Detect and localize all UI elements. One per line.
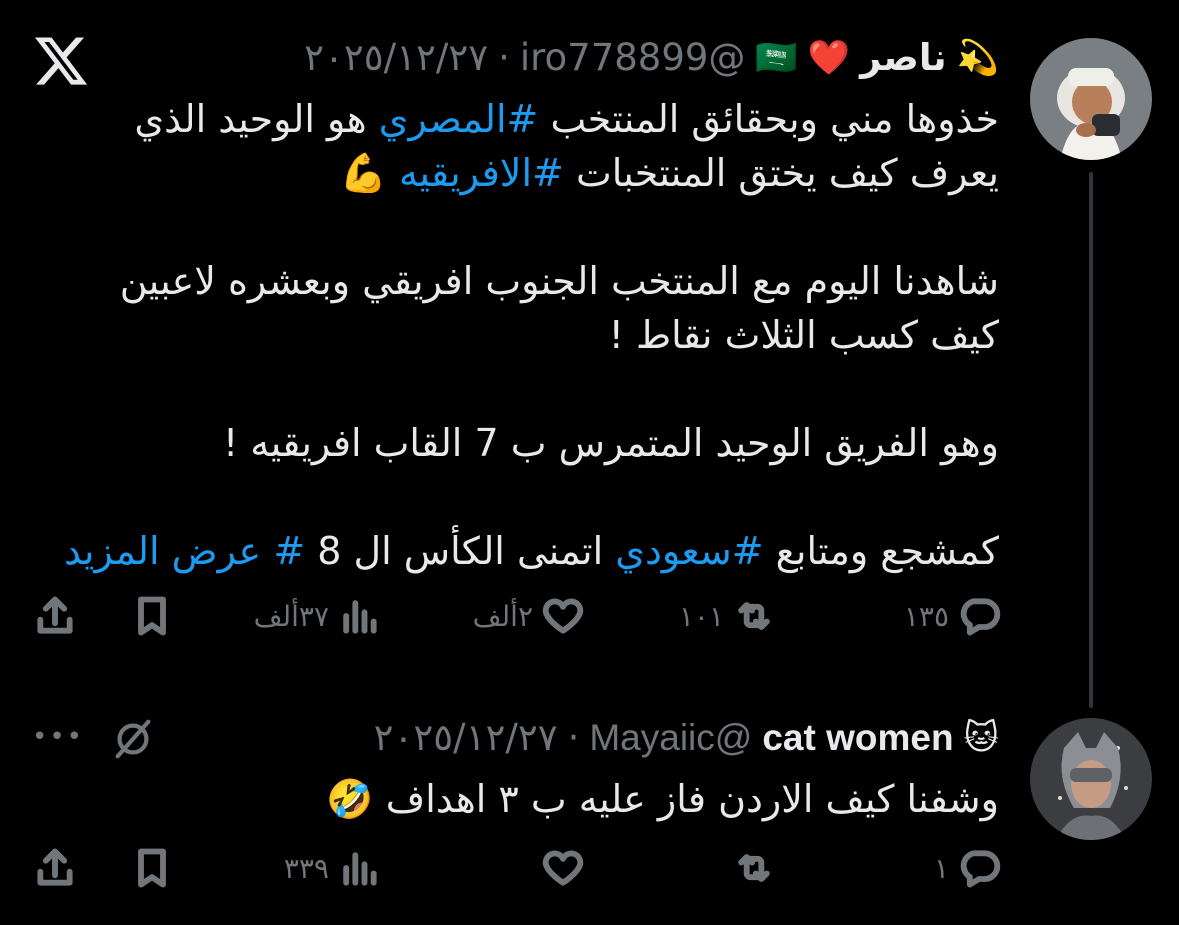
tweet-date[interactable]: ٢٠٢٥/١٢/٢٧ bbox=[374, 716, 558, 759]
hashtag-link[interactable]: # bbox=[273, 529, 305, 573]
tweet-actions: ١٣٥ ١٠١ ٢ألف ٣٧ألف bbox=[30, 594, 1001, 644]
thread-line bbox=[1089, 172, 1093, 708]
author-handle[interactable]: @iro778899 bbox=[520, 36, 746, 79]
bookmark-icon bbox=[138, 848, 166, 888]
text-run: اتمنى الكأس ال 8 bbox=[305, 529, 616, 573]
text-run: 💪 bbox=[339, 151, 400, 195]
paragraph: خذوها مني وبحقائق المنتخب #المصري هو الو… bbox=[59, 92, 999, 200]
share-icon bbox=[37, 596, 73, 634]
reply-icon bbox=[960, 598, 1001, 636]
views-button[interactable]: ٣٧ألف bbox=[254, 594, 381, 638]
tweet-text: وشفنا كيف الاردن فاز عليه ب ٣ اهداف 🤣 bbox=[59, 772, 999, 826]
tweet-actions: ١ ٣٣٩ bbox=[30, 846, 1001, 896]
text-run: شاهدنا اليوم مع المنتخب الجنوب افريقي وب… bbox=[119, 259, 999, 357]
paragraph: كمشجع ومتابع #سعودي اتمنى الكأس ال 8 # ع… bbox=[59, 524, 999, 578]
views-icon bbox=[343, 600, 377, 634]
text-run bbox=[261, 529, 273, 573]
author-name[interactable]: ناصر bbox=[860, 36, 947, 79]
repost-button[interactable] bbox=[724, 846, 776, 890]
heart-emoji: ❤️ bbox=[807, 37, 851, 78]
text-run: كمشجع ومتابع bbox=[763, 529, 999, 573]
views-count: ٣٣٩ bbox=[283, 851, 329, 885]
like-button[interactable]: ٢ألف bbox=[473, 594, 585, 638]
reply-button[interactable]: ١ bbox=[934, 846, 1001, 890]
grok-icon[interactable] bbox=[110, 716, 156, 762]
avatar[interactable] bbox=[1030, 718, 1152, 840]
text-run: وهو الفريق الوحيد المتمرس ب 7 القاب افري… bbox=[222, 421, 999, 465]
views-button[interactable]: ٣٣٩ bbox=[284, 846, 381, 890]
text-run: وشفنا كيف الاردن فاز عليه ب ٣ اهداف 🤣 bbox=[326, 777, 999, 821]
repost-icon bbox=[738, 602, 770, 630]
paragraph: شاهدنا اليوم مع المنتخب الجنوب افريقي وب… bbox=[59, 254, 999, 362]
bookmark-button[interactable] bbox=[130, 594, 174, 638]
heart-icon bbox=[542, 598, 584, 634]
show-more-link[interactable]: عرض المزيد bbox=[64, 529, 261, 573]
reply-button[interactable]: ١٣٥ bbox=[904, 594, 1001, 638]
like-button[interactable] bbox=[533, 846, 585, 890]
flag-emoji: 🇸🇦 bbox=[755, 37, 798, 78]
tweet-header: 💫 ناصر ❤️ 🇸🇦 @iro778899 · ٢٠٢٥/١٢/٢٧ bbox=[304, 36, 999, 79]
more-icon[interactable]: ••• bbox=[32, 722, 84, 752]
tweet-date[interactable]: ٢٠٢٥/١٢/٢٧ bbox=[304, 36, 488, 79]
views-icon bbox=[343, 852, 377, 886]
bookmark-button[interactable] bbox=[130, 846, 174, 890]
share-button[interactable] bbox=[33, 594, 77, 638]
repost-icon bbox=[738, 854, 770, 882]
heart-icon bbox=[542, 850, 584, 886]
views-count: ٣٧ألف bbox=[253, 599, 329, 633]
paragraph: وهو الفريق الوحيد المتمرس ب 7 القاب افري… bbox=[59, 416, 999, 470]
author-handle[interactable]: @Mayaiic bbox=[589, 717, 752, 759]
reply-count: ١ bbox=[933, 851, 949, 885]
repost-button[interactable]: ١٠١ bbox=[679, 594, 776, 638]
avatar[interactable] bbox=[1030, 38, 1152, 160]
x-logo-icon[interactable] bbox=[32, 32, 90, 90]
tweet-text: خذوها مني وبحقائق المنتخب #المصري هو الو… bbox=[59, 92, 999, 578]
hashtag-link[interactable]: #الافريقيه bbox=[399, 151, 564, 195]
hashtag-link[interactable]: #سعودي bbox=[615, 529, 763, 573]
like-count: ٢ألف bbox=[472, 599, 533, 633]
separator-dot: · bbox=[567, 716, 580, 759]
sparkle-emoji: 💫 bbox=[956, 37, 999, 78]
hashtag-link[interactable]: #المصري bbox=[379, 97, 539, 141]
repost-count: ١٠١ bbox=[678, 599, 724, 633]
tweet-header: 🐱 cat women @Mayaiic · ٢٠٢٥/١٢/٢٧ bbox=[374, 716, 999, 759]
share-icon bbox=[37, 848, 73, 886]
separator-dot: · bbox=[498, 36, 510, 79]
bookmark-icon bbox=[138, 596, 166, 636]
paragraph: وشفنا كيف الاردن فاز عليه ب ٣ اهداف 🤣 bbox=[59, 772, 999, 826]
share-button[interactable] bbox=[33, 846, 77, 890]
cat-emoji: 🐱 bbox=[963, 717, 999, 758]
reply-count: ١٣٥ bbox=[903, 599, 949, 633]
text-run: خذوها مني وبحقائق المنتخب bbox=[538, 97, 999, 141]
author-name[interactable]: cat women bbox=[762, 717, 953, 759]
reply-icon bbox=[960, 850, 1001, 888]
